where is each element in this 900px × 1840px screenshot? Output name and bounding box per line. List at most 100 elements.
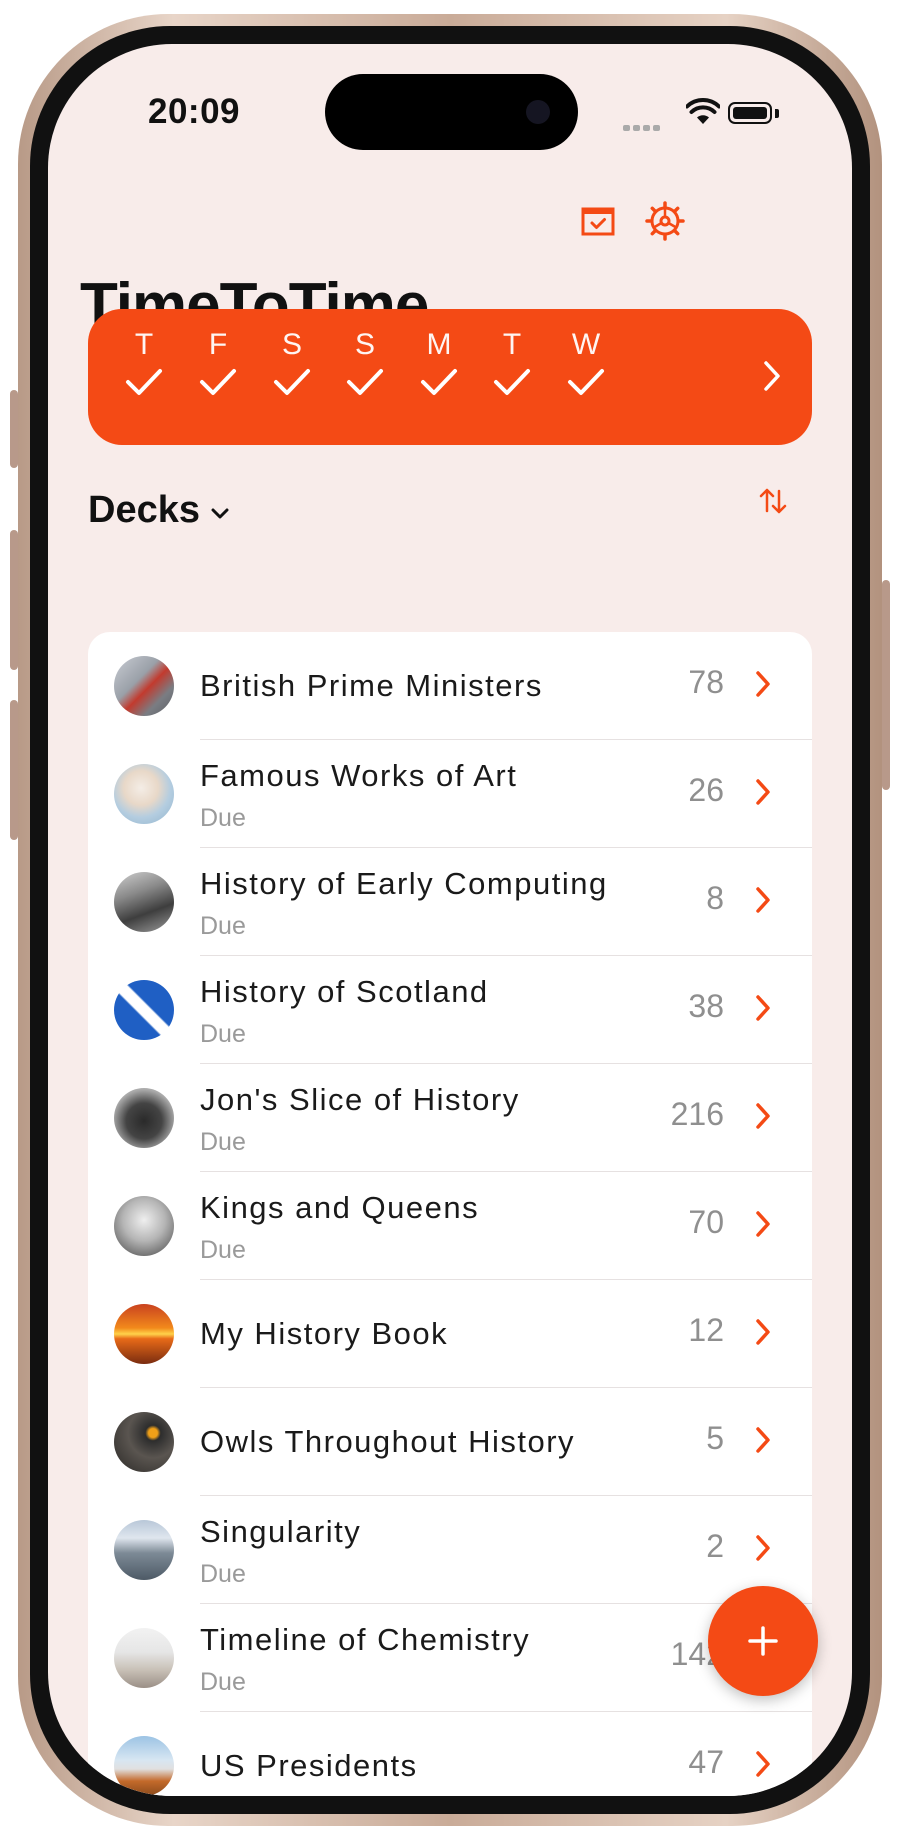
deck-row[interactable]: Famous Works of Art Due 26 — [88, 740, 812, 848]
sort-arrows-icon — [759, 488, 787, 514]
deck-row[interactable]: British Prime Ministers 78 — [88, 632, 812, 740]
deck-avatar — [114, 1736, 174, 1796]
calendar-check-button[interactable] — [576, 199, 620, 243]
deck-name: Timeline of Chemistry — [200, 1622, 531, 1657]
check-icon — [126, 369, 162, 395]
deck-row[interactable]: Timeline of Chemistry Due 142 — [88, 1604, 812, 1712]
deck-name: Kings and Queens — [200, 1190, 480, 1225]
deck-row[interactable]: Singularity Due 2 — [88, 1496, 812, 1604]
day-letter: W — [571, 328, 601, 361]
day-letter: T — [502, 328, 522, 361]
calendar-check-icon — [581, 207, 615, 236]
check-icon — [421, 369, 457, 395]
deck-count: 26 — [688, 772, 724, 808]
check-icon — [494, 369, 530, 395]
deck-row[interactable]: Owls Throughout History 5 — [88, 1388, 812, 1496]
deck-name: Singularity — [200, 1514, 362, 1549]
deck-avatar — [114, 980, 174, 1040]
deck-due-label: Due — [200, 1668, 246, 1696]
streak-bar[interactable]: T F S S M T W — [88, 309, 812, 445]
chevron-right-icon — [756, 671, 770, 697]
deck-count: 5 — [706, 1420, 724, 1456]
dynamic-island — [325, 74, 578, 150]
deck-due-label: Due — [200, 804, 246, 832]
deck-name: History of Early Computing — [200, 866, 608, 901]
deck-name: My History Book — [200, 1316, 449, 1351]
deck-avatar — [114, 1088, 174, 1148]
chevron-right-icon — [756, 1103, 770, 1129]
chevron-right-icon — [764, 361, 780, 391]
volume-down-button — [10, 700, 18, 840]
day-letter: M — [426, 328, 452, 361]
deck-due-label: Due — [200, 1020, 246, 1048]
sort-button[interactable] — [748, 476, 798, 526]
screen: 20:09 TimeToTime T F S S M T W Decks Bri… — [48, 44, 852, 1796]
power-button — [882, 580, 890, 790]
wifi-icon — [686, 98, 720, 124]
check-icon — [200, 369, 236, 395]
deck-name: Famous Works of Art — [200, 758, 518, 793]
deck-due-label: Due — [200, 912, 246, 940]
deck-row[interactable]: US Presidents 47 — [88, 1712, 812, 1796]
deck-row[interactable]: Jon's Slice of History Due 216 — [88, 1064, 812, 1172]
signal-icon — [623, 118, 667, 131]
deck-count: 216 — [670, 1096, 724, 1132]
deck-name: British Prime Ministers — [200, 668, 543, 703]
deck-due-label: Due — [200, 1560, 246, 1588]
check-icon — [274, 369, 310, 395]
day-letter: S — [354, 328, 375, 361]
add-deck-button[interactable] — [708, 1586, 818, 1696]
action-button — [10, 390, 18, 468]
battery-tip — [775, 109, 779, 118]
streak-day: M — [409, 327, 469, 402]
battery-icon — [728, 102, 772, 124]
check-icon — [347, 369, 383, 395]
streak-day: S — [335, 327, 395, 402]
deck-count: 78 — [688, 664, 724, 700]
chevron-right-icon — [756, 887, 770, 913]
chevron-right-icon — [756, 1535, 770, 1561]
streak-day: W — [556, 327, 616, 402]
day-letter: F — [208, 328, 228, 361]
streak-day: F — [188, 327, 248, 402]
deck-avatar — [114, 1412, 174, 1472]
deck-avatar — [114, 1196, 174, 1256]
chevron-right-icon — [756, 1751, 770, 1777]
gear-icon — [645, 201, 685, 241]
deck-avatar — [114, 1304, 174, 1364]
streak-day: T — [114, 327, 174, 402]
status-indicators — [623, 98, 793, 132]
settings-button[interactable] — [643, 199, 687, 243]
deck-row[interactable]: History of Early Computing Due 8 — [88, 848, 812, 956]
day-letter: T — [134, 328, 154, 361]
chevron-right-icon — [756, 779, 770, 805]
deck-avatar — [114, 1520, 174, 1580]
deck-list: British Prime Ministers 78 Famous Works … — [88, 632, 812, 1796]
chevron-right-icon — [756, 1211, 770, 1237]
decks-dropdown[interactable]: Decks — [88, 489, 230, 532]
deck-name: Owls Throughout History — [200, 1424, 576, 1459]
deck-row[interactable]: Kings and Queens Due 70 — [88, 1172, 812, 1280]
deck-due-label: Due — [200, 1236, 246, 1264]
streak-next-button[interactable] — [752, 351, 792, 401]
chevron-right-icon — [756, 995, 770, 1021]
deck-name: US Presidents — [200, 1748, 418, 1783]
volume-up-button — [10, 530, 18, 670]
deck-due-label: Due — [200, 1128, 246, 1156]
status-time: 20:09 — [148, 92, 241, 131]
deck-name: History of Scotland — [200, 974, 489, 1009]
check-icon — [568, 369, 604, 395]
deck-count: 2 — [706, 1528, 724, 1564]
deck-count: 70 — [688, 1204, 724, 1240]
deck-count: 38 — [688, 988, 724, 1024]
deck-row[interactable]: My History Book 12 — [88, 1280, 812, 1388]
deck-name: Jon's Slice of History — [200, 1082, 520, 1117]
deck-avatar — [114, 656, 174, 716]
day-letter: S — [281, 328, 302, 361]
decks-title: Decks — [88, 489, 200, 531]
deck-avatar — [114, 764, 174, 824]
chevron-right-icon — [756, 1319, 770, 1345]
deck-row[interactable]: History of Scotland Due 38 — [88, 956, 812, 1064]
deck-avatar — [114, 1628, 174, 1688]
deck-count: 47 — [688, 1744, 724, 1780]
